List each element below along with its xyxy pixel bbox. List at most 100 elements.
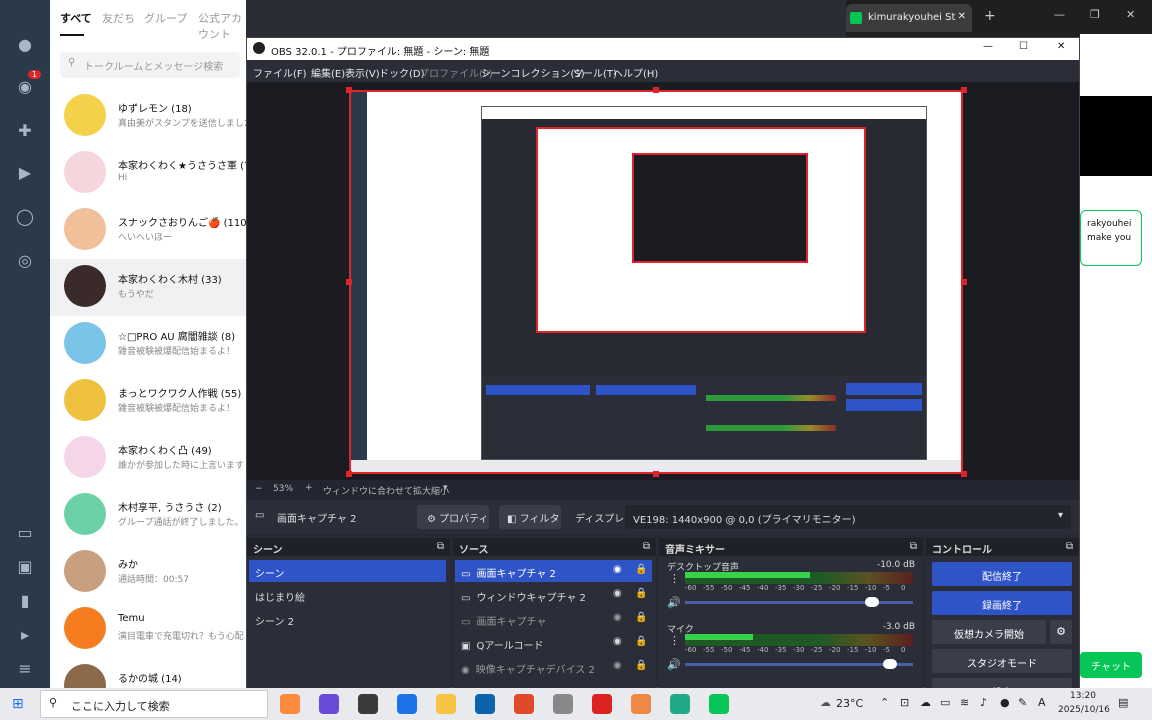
chrome-icon[interactable]	[514, 694, 534, 714]
pen-icon[interactable]: ✎	[1018, 696, 1027, 709]
chat-item[interactable]: Temu 演目電車で充電切れ？もう心配	[50, 601, 246, 658]
control-button[interactable]: 仮想カメラ開始	[932, 620, 1046, 644]
volume-slider[interactable]	[685, 597, 913, 607]
battery-icon[interactable]: ▭	[940, 696, 950, 709]
lock-icon[interactable]: 🔒	[635, 636, 647, 647]
fit-label[interactable]: ウィンドウに合わせて拡大縮小	[323, 484, 449, 497]
crop-icon[interactable]: ▣	[13, 554, 37, 578]
volume-slider-handle[interactable]	[883, 659, 898, 669]
obs-preview[interactable]	[247, 82, 1079, 480]
resize-handle-tr[interactable]	[961, 87, 967, 93]
mixer-menu-icon[interactable]: ⋮	[669, 634, 680, 647]
visibility-eye-icon[interactable]: ◉	[613, 636, 622, 647]
volume-icon[interactable]: ♪	[980, 696, 987, 709]
undock-icon[interactable]: ⧉	[910, 541, 917, 552]
resize-handle-b[interactable]	[653, 471, 659, 477]
chat-item[interactable]: ☆□PRO AU 腐闇雑談 (8) 雑音被験被爆配信始まるよ！	[50, 316, 246, 373]
control-button[interactable]: 配信終了	[932, 562, 1072, 586]
tab-friends[interactable]: 友だち	[102, 10, 135, 26]
app-icon[interactable]	[319, 694, 339, 714]
chat-item[interactable]: まっとワクワク人作戦 (55) 雑音被験被爆配信始まるよ！	[50, 373, 246, 430]
add-friend-icon[interactable]: ✚	[13, 118, 37, 142]
taskbar-search[interactable]: ⚲ ここに入力して検索	[40, 690, 268, 718]
chat-item[interactable]: 本家わくわく凸 (49) 誰かが参加した時に上言います	[50, 430, 246, 487]
chrome-tab[interactable]: kimurakyouhei St ✕	[846, 4, 972, 32]
chats-icon[interactable]: ◉ 1	[13, 70, 41, 98]
scene-item[interactable]: シーン	[249, 560, 446, 582]
properties-button[interactable]: ⚙ プロパティ	[417, 505, 489, 529]
screen-share-icon[interactable]: ▭	[13, 520, 37, 544]
lock-icon[interactable]: 🔒	[635, 660, 647, 671]
chat-search-input[interactable]: ⚲ トークルームとメッセージ検索	[60, 52, 240, 78]
volume-slider-handle[interactable]	[864, 597, 879, 607]
filters-button[interactable]: ◧ フィルタ	[499, 505, 561, 529]
display-select[interactable]: VE198: 1440x900 @ 0,0 (プライマリモニター) ▾	[625, 505, 1071, 529]
line-icon[interactable]	[709, 694, 729, 714]
resize-handle-t[interactable]	[653, 87, 659, 93]
restore-icon[interactable]: ❐	[1090, 8, 1100, 21]
close-window-icon[interactable]: ✕	[1126, 8, 1135, 21]
friends-icon[interactable]: ●	[13, 32, 37, 56]
menu-item[interactable]: ドック(D)	[379, 65, 425, 80]
chat-item[interactable]: スナックさおりんご🍎 (110) へいへいほー	[50, 202, 246, 259]
maximize-icon[interactable]: ☐	[1019, 41, 1028, 52]
voom-icon[interactable]: ▶	[13, 160, 37, 184]
speaker-icon[interactable]: ▸	[13, 622, 37, 646]
speaker-icon[interactable]: 🔊	[667, 596, 681, 609]
windows-start-icon[interactable]: ⊞	[12, 696, 24, 712]
lock-icon[interactable]: 🔒	[635, 588, 647, 599]
new-tab-icon[interactable]: +	[984, 8, 996, 24]
gear-icon[interactable]: ⚙	[1050, 620, 1072, 644]
source-item[interactable]: ◉ 映像キャプチャデバイス 2 ◉ 🔒	[455, 656, 652, 678]
menu-item[interactable]: ツール(T)	[573, 65, 617, 80]
zoom-out-icon[interactable]: −	[255, 484, 263, 494]
source-item[interactable]: ▭ 画面キャプチャ ◉ 🔒	[455, 608, 652, 630]
resize-handle-r[interactable]	[961, 279, 967, 285]
menu-item[interactable]: ファイル(F)	[253, 65, 307, 80]
chat-item[interactable]: 木村享平, うさうさ (2) グループ通話が終了しました。	[50, 487, 246, 544]
source-item[interactable]: ▭ 画面キャプチャ 2 ◉ 🔒	[455, 560, 652, 582]
tray-chevron-icon[interactable]: ⌃	[880, 696, 889, 709]
visibility-eye-icon[interactable]: ◉	[613, 564, 622, 575]
resize-handle-bl[interactable]	[346, 471, 352, 477]
obs-icon[interactable]	[592, 694, 612, 714]
chat-item[interactable]: ゆずレモン (18) 真由美がスタンプを送信しました。	[50, 88, 246, 145]
close-icon[interactable]: ✕	[1057, 41, 1065, 52]
control-button[interactable]: スタジオモード	[932, 649, 1072, 673]
resize-handle-br[interactable]	[961, 471, 967, 477]
openchat-icon[interactable]: ◯	[13, 204, 37, 228]
resize-handle-tl[interactable]	[346, 87, 352, 93]
menu-item[interactable]: シーンコレクション(S)	[481, 65, 585, 80]
zoom-in-icon[interactable]: +	[305, 483, 313, 493]
scene-item[interactable]: シーン 2	[249, 608, 446, 630]
scene-item[interactable]: はじまり絵	[249, 584, 446, 606]
menu-item[interactable]: ヘルプ(H)	[613, 65, 658, 80]
visibility-eye-icon[interactable]: ◉	[613, 588, 622, 599]
outlook-icon[interactable]	[475, 694, 495, 714]
resize-handle-l[interactable]	[346, 279, 352, 285]
visibility-eye-icon[interactable]: ◉	[613, 660, 622, 671]
menu-item[interactable]: 編集(E)	[311, 65, 345, 80]
volume-slider[interactable]	[685, 659, 913, 669]
explorer-icon[interactable]	[436, 694, 456, 714]
chat-item[interactable]: みか 通話時間：00:57	[50, 544, 246, 601]
cloud-icon[interactable]: ☁	[920, 696, 931, 709]
tab-groups[interactable]: グループ	[144, 10, 187, 26]
source-item[interactable]: ▭ ウィンドウキャプチャ 2 ◉ 🔒	[455, 584, 652, 606]
edge-icon[interactable]	[397, 694, 417, 714]
close-tab-icon[interactable]: ✕	[958, 11, 966, 22]
tab-all[interactable]: すべて	[60, 10, 92, 26]
mixer-menu-icon[interactable]: ⋮	[669, 572, 680, 585]
speaker-icon[interactable]: 🔊	[667, 658, 681, 671]
undock-icon[interactable]: ⧉	[1066, 541, 1073, 552]
menu-item[interactable]: 表示(V)	[345, 65, 380, 80]
minimize-icon[interactable]: —	[983, 41, 993, 52]
notes-icon[interactable]	[358, 694, 378, 714]
undock-icon[interactable]: ⧉	[437, 541, 444, 552]
menu-icon[interactable]: ≡	[13, 656, 37, 680]
tab-official[interactable]: 公式アカウント	[198, 10, 246, 42]
visibility-eye-icon[interactable]: ◉	[613, 612, 622, 623]
notifications-icon[interactable]: ▤	[1118, 696, 1128, 709]
app-icon[interactable]	[553, 694, 573, 714]
network-icon[interactable]: ⊡	[900, 696, 909, 709]
